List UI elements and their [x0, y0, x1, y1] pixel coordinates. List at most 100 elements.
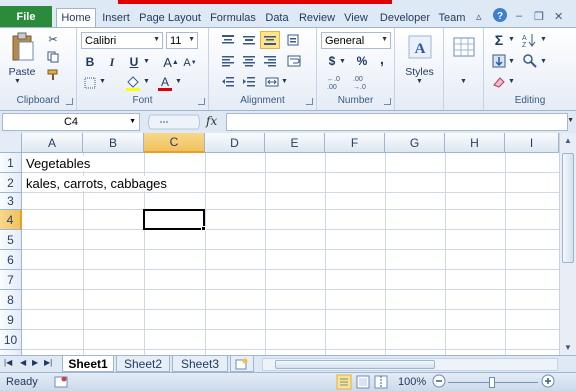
insert-function-icon[interactable]: fx	[206, 114, 217, 128]
align-top-icon[interactable]	[219, 32, 237, 48]
cells-dropdown-icon[interactable]: ▼	[460, 78, 467, 85]
copy-icon[interactable]	[46, 50, 60, 64]
zoom-slider-thumb[interactable]	[489, 377, 495, 388]
borders-icon[interactable]	[83, 76, 97, 90]
paste-icon[interactable]	[10, 32, 36, 62]
find-select-dropdown-icon[interactable]: ▼	[540, 58, 547, 65]
prev-sheet-icon[interactable]: ◀	[20, 358, 26, 367]
align-bottom-icon[interactable]	[260, 31, 280, 49]
tab-developer[interactable]: Developer	[376, 8, 434, 27]
column-header-h[interactable]: H	[445, 133, 505, 153]
sheet-tab-sheet2[interactable]: Sheet2	[116, 356, 170, 372]
column-header-e[interactable]: E	[265, 133, 325, 153]
italic-icon[interactable]: I	[105, 54, 119, 70]
row-header-1[interactable]: 1	[0, 153, 22, 173]
fill-icon[interactable]	[492, 53, 506, 69]
orientation-icon[interactable]	[285, 32, 303, 48]
merge-dropdown-icon[interactable]: ▼	[281, 78, 288, 85]
row-header-3[interactable]: 3	[0, 193, 22, 210]
column-header-g[interactable]: G	[385, 133, 445, 153]
sheet-tab-sheet1[interactable]: Sheet1	[62, 356, 114, 372]
increase-decimal-icon[interactable]: ←.0.00	[325, 74, 347, 90]
row-header-5[interactable]: 5	[0, 230, 22, 250]
sort-filter-dropdown-icon[interactable]: ▼	[540, 36, 547, 43]
align-right-icon[interactable]	[261, 53, 279, 69]
autosum-dropdown-icon[interactable]: ▼	[508, 36, 515, 43]
font-name-combo[interactable]: Calibri ▼	[81, 32, 163, 49]
horizontal-scrollbar[interactable]	[262, 358, 558, 371]
tab-view[interactable]: View	[342, 8, 370, 27]
row-header-8[interactable]: 8	[0, 290, 22, 310]
worksheet-grid[interactable]: A B C D E F G H I 1 2 3 4 5 6 7 8 9 10 1…	[0, 133, 576, 355]
tab-file[interactable]: File	[0, 6, 52, 27]
currency-icon[interactable]: $	[325, 53, 339, 69]
cells-icon[interactable]	[452, 34, 476, 60]
window-minimize-icon[interactable]: –	[516, 10, 522, 22]
tab-insert[interactable]: Insert	[99, 8, 133, 27]
fill-dropdown-icon[interactable]: ▼	[508, 58, 515, 65]
wrap-text-icon[interactable]	[285, 53, 303, 69]
row-header-4[interactable]: 4	[0, 210, 22, 230]
page-layout-view-icon[interactable]	[356, 375, 370, 391]
row-header-2[interactable]: 2	[0, 173, 22, 193]
page-break-view-icon[interactable]	[374, 375, 388, 391]
styles-button[interactable]: Styles	[397, 66, 442, 78]
increase-indent-icon[interactable]	[240, 74, 258, 90]
name-box[interactable]: C4 ▼	[2, 113, 140, 131]
underline-icon[interactable]: U	[127, 54, 141, 70]
clear-icon[interactable]	[492, 74, 506, 90]
vertical-scroll-thumb[interactable]	[562, 153, 574, 263]
alignment-launcher-icon[interactable]	[306, 98, 313, 105]
window-restore-icon[interactable]: ❐	[534, 10, 544, 23]
normal-view-icon[interactable]	[336, 374, 352, 391]
cell-a2[interactable]: kales, carrots, cabbages	[26, 176, 169, 191]
macro-record-icon[interactable]	[54, 375, 68, 391]
bold-icon[interactable]: B	[83, 54, 97, 70]
font-color-dropdown-icon[interactable]: ▼	[175, 78, 182, 85]
help-icon[interactable]: ?	[492, 7, 508, 26]
zoom-level[interactable]: 100%	[398, 376, 426, 388]
styles-dropdown-icon[interactable]: ▼	[416, 78, 423, 85]
align-center-icon[interactable]	[240, 53, 258, 69]
row-header-10[interactable]: 10	[0, 330, 22, 350]
first-sheet-icon[interactable]: |◀	[4, 358, 12, 367]
horizontal-scroll-thumb[interactable]	[275, 360, 435, 369]
format-painter-icon[interactable]	[46, 68, 60, 82]
tab-data[interactable]: Data	[263, 8, 291, 27]
currency-dropdown-icon[interactable]: ▼	[339, 58, 346, 65]
clear-dropdown-icon[interactable]: ▼	[508, 78, 515, 85]
zoom-out-icon[interactable]	[432, 374, 446, 391]
column-header-b[interactable]: B	[83, 133, 144, 153]
row-header-7[interactable]: 7	[0, 270, 22, 290]
formula-input[interactable]	[226, 113, 568, 131]
insert-sheet-icon[interactable]	[230, 356, 254, 372]
formula-bar-resize-handle[interactable]	[146, 113, 202, 131]
grow-font-icon[interactable]: A ▲	[163, 53, 179, 71]
paste-button[interactable]: Paste	[2, 66, 42, 78]
tab-formulas[interactable]: Formulas	[207, 8, 259, 27]
active-cell-c4[interactable]	[143, 209, 205, 230]
tab-review[interactable]: Review	[297, 8, 337, 27]
autosum-icon[interactable]: Σ	[492, 32, 506, 48]
column-header-i[interactable]: I	[505, 133, 559, 153]
cut-icon[interactable]: ✂	[46, 32, 60, 46]
fill-color-dropdown-icon[interactable]: ▼	[143, 78, 150, 85]
sort-filter-icon[interactable]: AZ	[520, 32, 540, 48]
column-header-f[interactable]: F	[325, 133, 385, 153]
decrease-decimal-icon[interactable]: .00 →.0	[351, 74, 373, 90]
cell-a1[interactable]: Vegetables	[26, 156, 93, 171]
align-left-icon[interactable]	[219, 53, 237, 69]
tab-page-layout[interactable]: Page Layout	[138, 8, 202, 27]
select-all-corner[interactable]	[0, 133, 22, 153]
borders-dropdown-icon[interactable]: ▼	[99, 78, 106, 85]
last-sheet-icon[interactable]: ▶|	[44, 358, 52, 367]
align-middle-icon[interactable]	[240, 32, 258, 48]
sheet-tab-sheet3[interactable]: Sheet3	[172, 356, 228, 372]
clipboard-launcher-icon[interactable]	[66, 98, 73, 105]
shrink-font-icon[interactable]: A ▼	[183, 55, 197, 71]
font-size-combo[interactable]: 11 ▼	[166, 32, 198, 49]
fill-handle[interactable]	[201, 226, 206, 231]
decrease-indent-icon[interactable]	[219, 74, 237, 90]
font-color-icon[interactable]: A	[157, 74, 173, 92]
row-header-6[interactable]: 6	[0, 250, 22, 270]
